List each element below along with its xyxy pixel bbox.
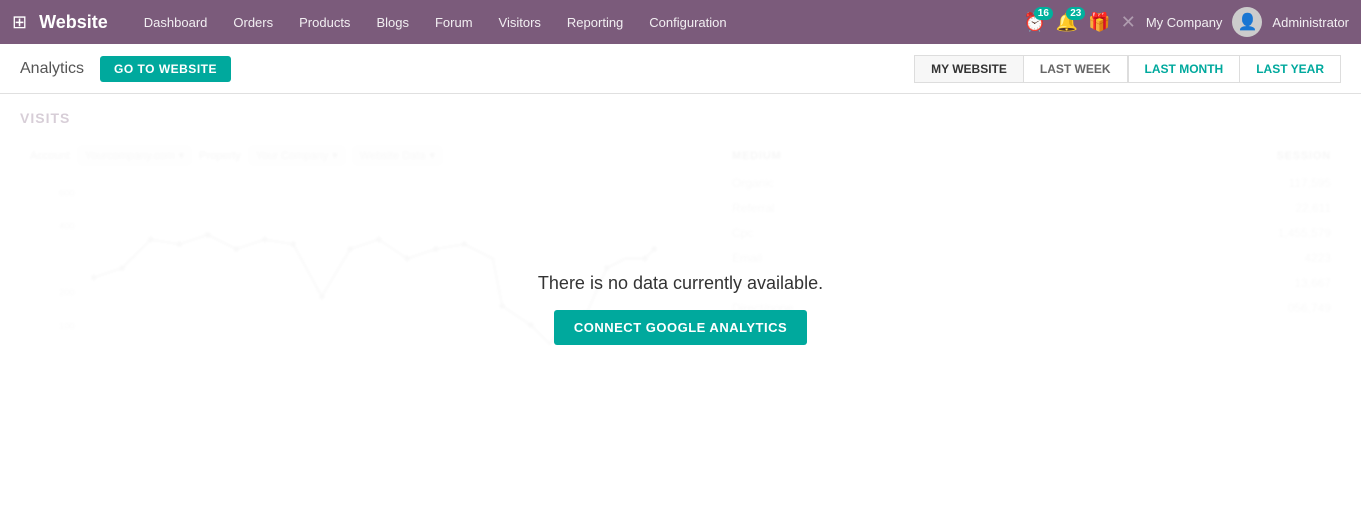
nav-item-configuration[interactable]: Configuration (637, 9, 738, 36)
nav-item-reporting[interactable]: Reporting (555, 9, 635, 36)
nav-item-blogs[interactable]: Blogs (364, 9, 421, 36)
content-area: VISITS Account Yourcompany.com ▾ Propert… (0, 94, 1361, 523)
company-name[interactable]: My Company (1146, 15, 1223, 30)
go-to-website-button[interactable]: GO TO WEBSITE (100, 56, 231, 82)
nav-divider: ✕ (1121, 12, 1136, 33)
activities-badge: 16 (1034, 7, 1053, 20)
no-data-message: There is no data currently available. (538, 273, 823, 294)
app-title: Website (39, 12, 108, 33)
nav-item-products[interactable]: Products (287, 9, 362, 36)
analytics-title: Analytics (20, 60, 84, 78)
nav-items: Dashboard Orders Products Blogs Forum Vi… (132, 9, 1020, 36)
nav-item-forum[interactable]: Forum (423, 9, 485, 36)
messages-icon[interactable]: 🔔 23 (1056, 12, 1078, 33)
visits-section: VISITS Account Yourcompany.com ▾ Propert… (0, 94, 1361, 374)
filter-last-week[interactable]: LAST WEEK (1023, 55, 1128, 83)
activities-icon[interactable]: ⏰ 16 (1023, 12, 1045, 33)
analytics-left: Analytics GO TO WEBSITE (20, 56, 231, 82)
filter-last-month[interactable]: LAST MONTH (1128, 55, 1241, 83)
no-data-overlay: There is no data currently available. CO… (0, 94, 1361, 523)
gift-icon[interactable]: 🎁 (1088, 12, 1110, 33)
nav-item-orders[interactable]: Orders (221, 9, 285, 36)
nav-item-dashboard[interactable]: Dashboard (132, 9, 220, 36)
top-navigation: ⊞ Website Dashboard Orders Products Blog… (0, 0, 1361, 44)
admin-name[interactable]: Administrator (1272, 15, 1349, 30)
nav-item-visitors[interactable]: Visitors (487, 9, 553, 36)
avatar[interactable]: 👤 (1232, 7, 1262, 37)
nav-right: ⏰ 16 🔔 23 🎁 ✕ My Company 👤 Administrator (1023, 7, 1349, 37)
grid-icon[interactable]: ⊞ (12, 12, 27, 33)
filter-my-website[interactable]: MY WEBSITE (914, 55, 1023, 83)
messages-badge: 23 (1066, 7, 1085, 20)
filter-last-year[interactable]: LAST YEAR (1240, 55, 1341, 83)
present-icon: 🎁 (1088, 12, 1110, 33)
connect-google-analytics-button[interactable]: CONNECT GOOGLE ANALYTICS (554, 310, 807, 345)
analytics-header: Analytics GO TO WEBSITE MY WEBSITE LAST … (0, 44, 1361, 94)
analytics-filters: MY WEBSITE LAST WEEK LAST MONTH LAST YEA… (914, 55, 1341, 83)
